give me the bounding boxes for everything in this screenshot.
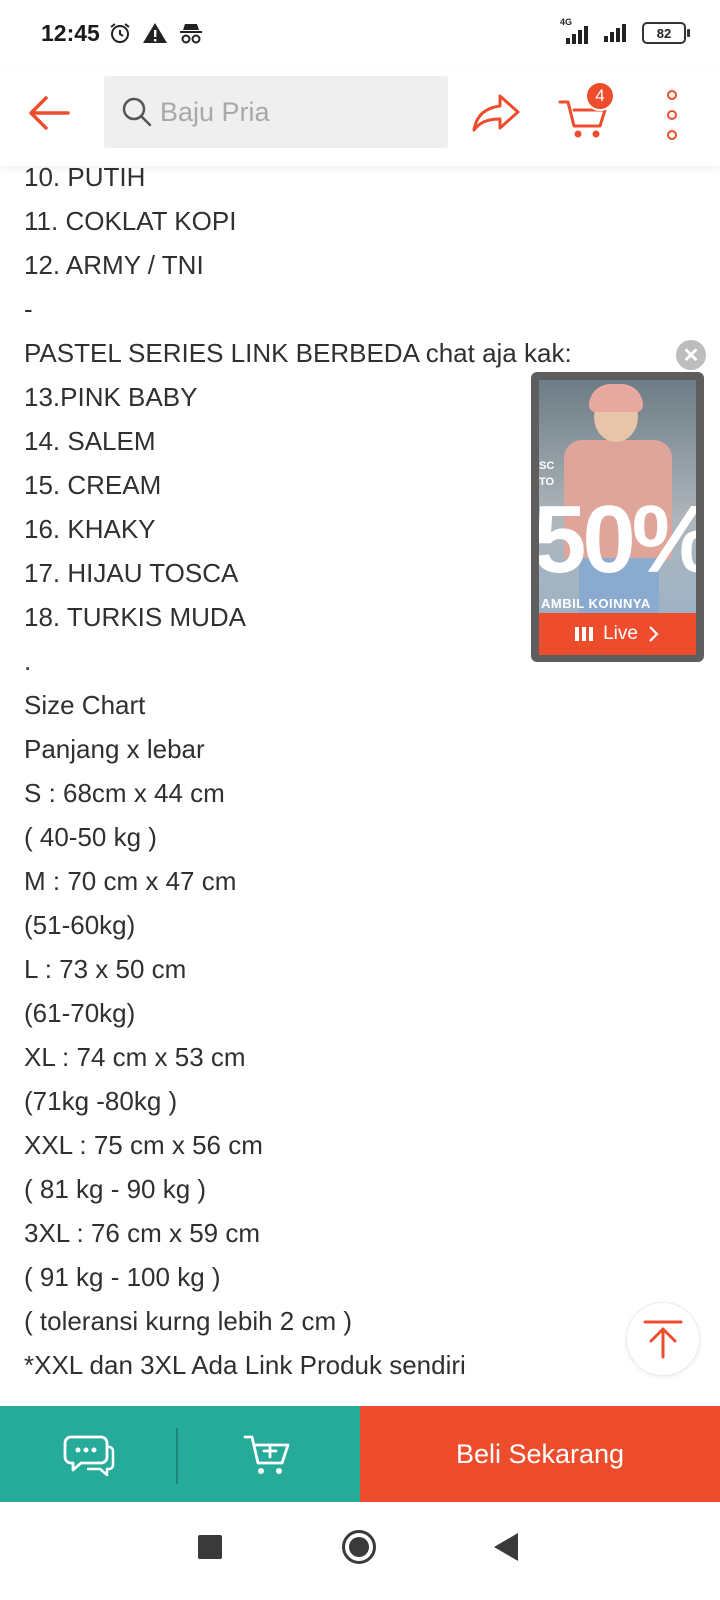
live-promo-percent: 50% <box>539 486 696 593</box>
bottom-action-bar: Beli Sekarang <box>0 1406 720 1502</box>
status-bar: 12:45 4G 82 <box>0 0 720 70</box>
description-line: XXL : 75 cm x 56 cm <box>24 1130 263 1160</box>
live-label: Live <box>603 623 638 644</box>
system-nav-bar <box>0 1502 720 1600</box>
dot <box>667 90 677 100</box>
incognito-icon <box>180 24 202 44</box>
home-button[interactable] <box>342 1530 376 1564</box>
search-icon <box>120 95 154 129</box>
thumbnail-person-scarf <box>589 384 643 412</box>
buy-now-button[interactable]: Beli Sekarang <box>360 1406 720 1502</box>
description-line: (51-60kg) <box>24 910 136 940</box>
description-line: *XXL dan 3XL Ada Link Produk sendiri <box>24 1350 466 1380</box>
back-arrow-icon <box>29 96 70 130</box>
live-promo-caption: AMBIL KOINNYA <box>541 596 651 611</box>
search-input[interactable]: Baju Pria <box>104 76 448 148</box>
description-line: 12. ARMY / TNI <box>24 250 204 280</box>
back-button[interactable] <box>24 88 74 138</box>
scroll-to-top-button[interactable] <box>626 1302 700 1376</box>
description-line: (71kg -80kg ) <box>24 1086 178 1116</box>
description-line: ( 81 kg - 90 kg ) <box>24 1174 207 1204</box>
alarm-icon <box>110 23 130 43</box>
description-line: - <box>24 294 33 324</box>
live-button[interactable]: Live <box>539 613 696 655</box>
description-line: (61-70kg) <box>24 998 136 1028</box>
status-right: 4G 82 <box>556 17 690 44</box>
description-line: XL : 74 cm x 53 cm <box>24 1042 246 1072</box>
description-line: L : 73 x 50 cm <box>24 954 187 984</box>
arrow-up-icon <box>643 1320 683 1359</box>
product-description: 10. PUTIH 11. COKLAT KOPI 12. ARMY / TNI - P… <box>24 155 704 1387</box>
add-to-cart-button[interactable] <box>178 1406 360 1502</box>
dot <box>667 110 677 120</box>
live-promo-small-1: SC <box>539 460 555 472</box>
close-icon: ✕ <box>682 344 700 367</box>
divider <box>176 1428 178 1484</box>
signal-icon <box>604 24 626 42</box>
description-line: Panjang x lebar <box>24 734 205 764</box>
cart-badge: 4 <box>585 81 615 111</box>
battery-level: 82 <box>656 25 672 41</box>
share-button[interactable] <box>470 88 524 138</box>
description-line: ( 91 kg - 100 kg ) <box>24 1262 221 1292</box>
system-back-button[interactable] <box>494 1533 518 1561</box>
cart-button[interactable]: 4 <box>558 81 615 140</box>
description-line: M : 70 cm x 47 cm <box>24 866 237 896</box>
description-line: S : 68cm x 44 cm <box>24 778 225 808</box>
chat-button[interactable] <box>0 1406 178 1502</box>
description-line: ( 40-50 kg ) <box>24 822 157 852</box>
description-line: PASTEL SERIES LINK BERBEDA chat aja kak: <box>24 338 572 368</box>
home-dot <box>349 1537 369 1557</box>
description-line: 11. COKLAT KOPI <box>24 206 237 236</box>
battery-icon: 82 <box>642 22 690 44</box>
share-icon <box>472 94 520 132</box>
status-icons-left <box>108 21 204 45</box>
search-placeholder: Baju Pria <box>160 96 270 127</box>
live-thumbnail: SC TO 50% AMBIL KOINNYA <box>539 380 696 613</box>
signal-icon <box>566 26 588 44</box>
add-to-cart-icon <box>243 1435 290 1474</box>
dot <box>667 130 677 140</box>
chat-icon <box>63 1435 115 1477</box>
signal-4g: 4G <box>556 17 592 44</box>
live-close-button[interactable]: ✕ <box>674 338 708 372</box>
description-line: ( toleransi kurng lebih 2 cm ) <box>24 1306 353 1336</box>
status-time: 12:45 <box>41 20 100 46</box>
description-line: 3XL : 76 cm x 59 cm <box>24 1218 261 1248</box>
live-equalizer-icon <box>575 627 594 641</box>
more-vert-icon[interactable] <box>660 90 684 140</box>
live-stream-widget[interactable]: SC TO 50% AMBIL KOINNYA Live <box>531 372 704 662</box>
chevron-right-icon <box>649 626 659 642</box>
top-app-bar: Baju Pria 4 <box>0 70 720 166</box>
description-line: Size Chart <box>24 690 146 720</box>
recent-apps-button[interactable] <box>198 1535 222 1559</box>
warning-icon <box>143 23 167 43</box>
